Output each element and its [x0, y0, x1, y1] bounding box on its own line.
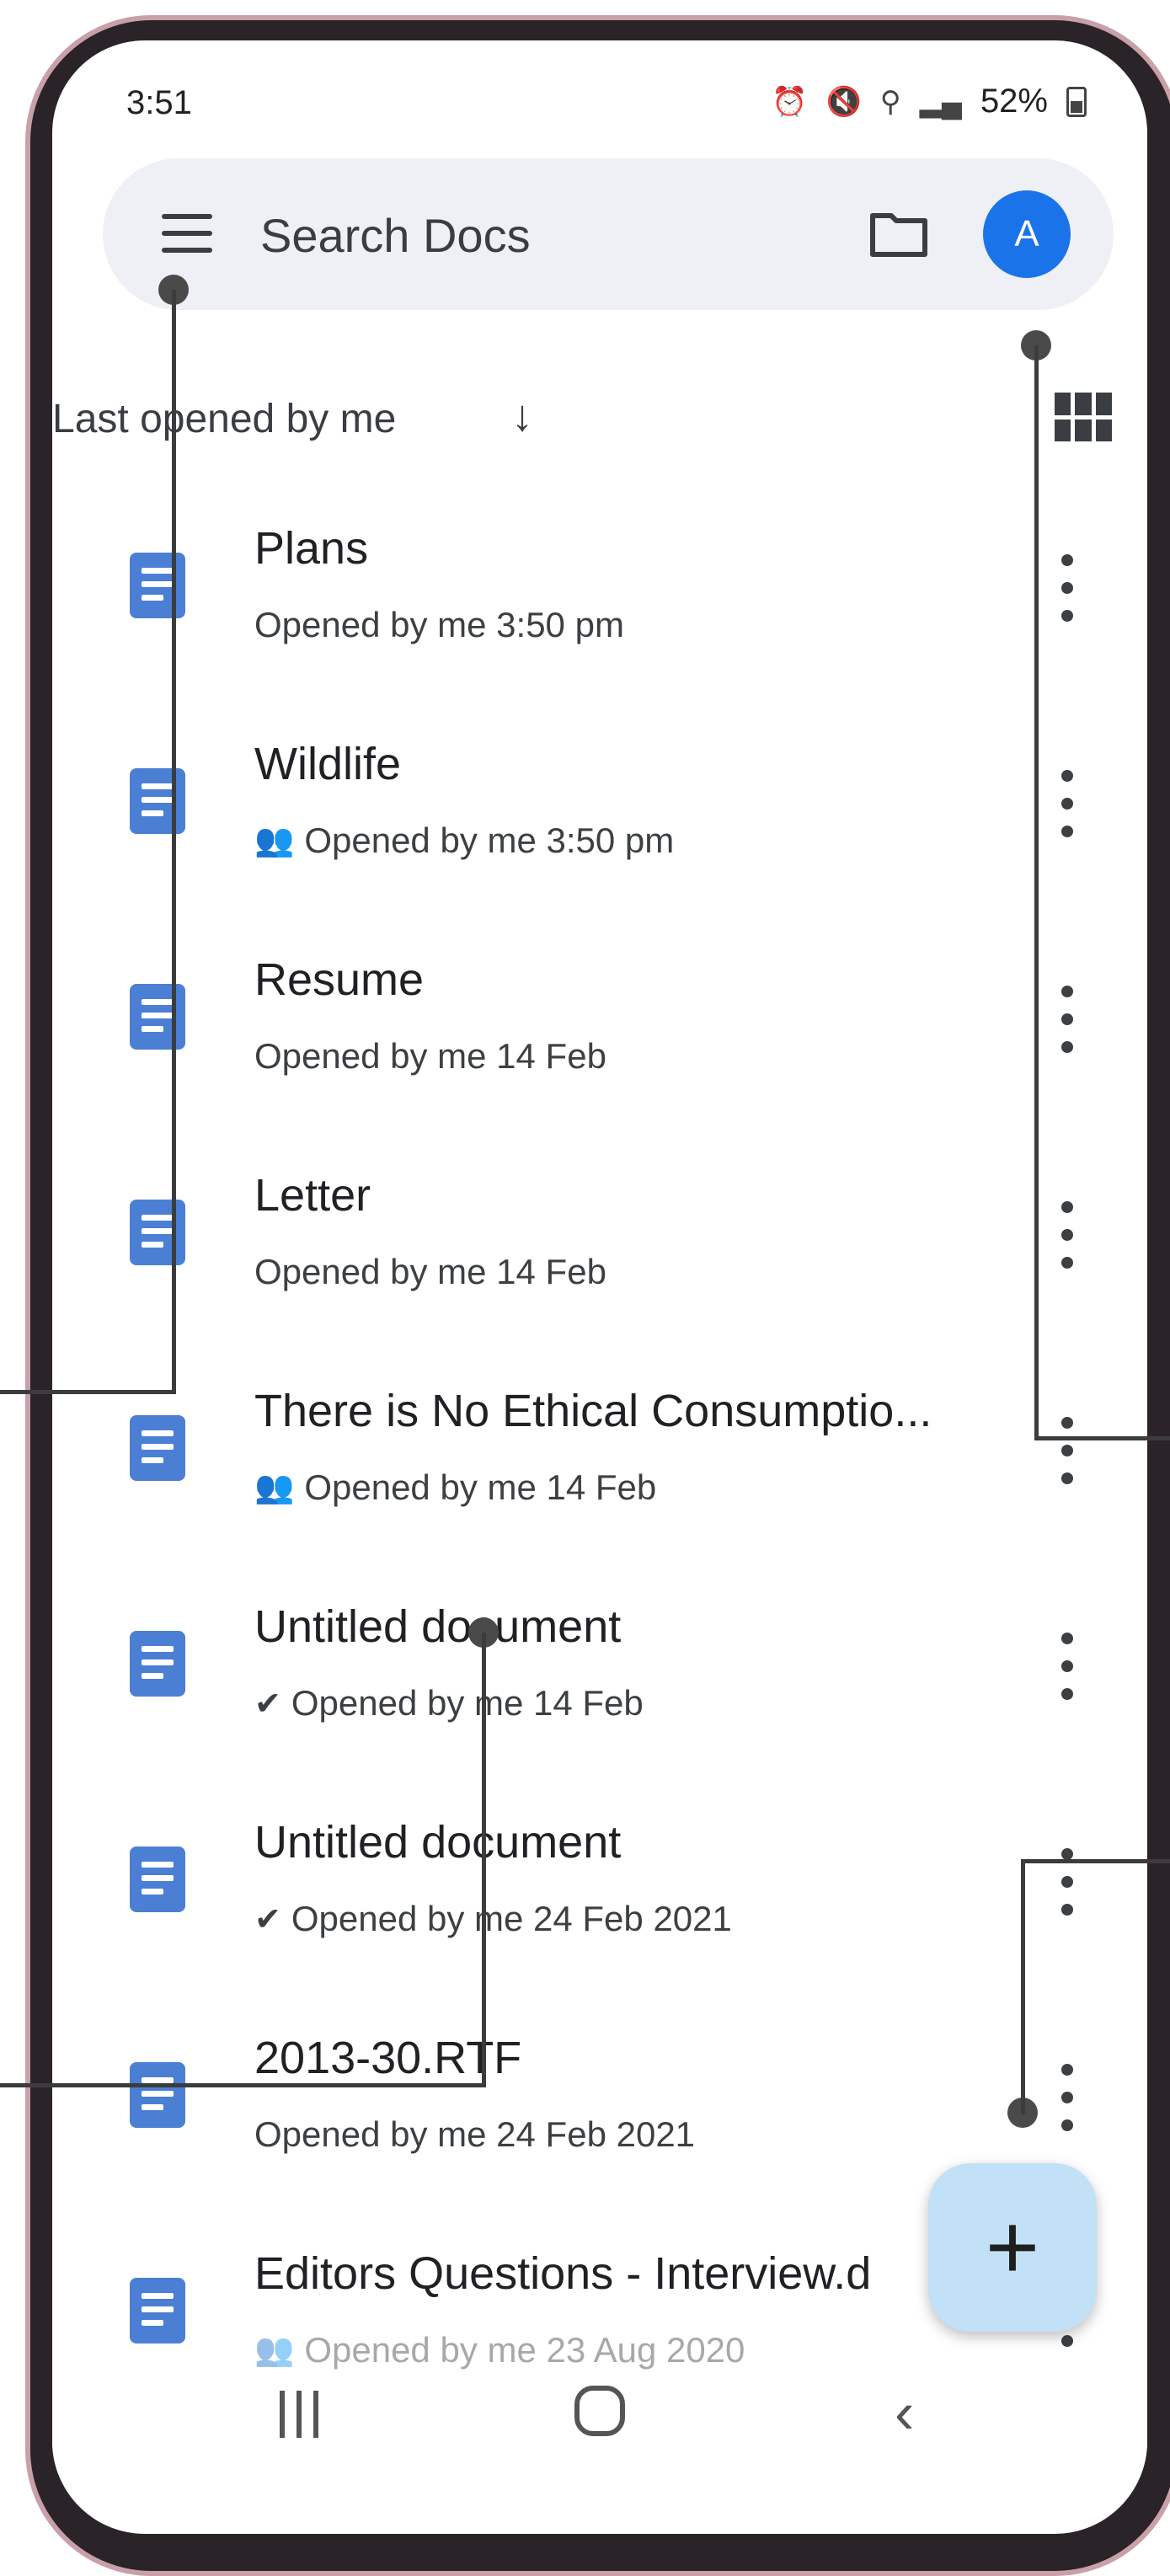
document-subtitle: 👥 Opened by me 14 Feb — [254, 1467, 656, 1508]
callout-line-account — [1034, 345, 1039, 1440]
sort-row: Last opened by me ↓ — [52, 377, 1147, 453]
list-item[interactable]: Plans Opened by me 3:50 pm — [52, 487, 1147, 703]
list-item[interactable]: Wildlife 👥 Opened by me 3:50 pm — [52, 703, 1147, 918]
list-item[interactable]: Letter Opened by me 14 Feb — [52, 1134, 1147, 1349]
document-title: Plans — [254, 523, 369, 574]
home-icon[interactable] — [574, 2386, 625, 2436]
document-subtitle: ✔ Opened by me 14 Feb — [254, 1683, 644, 1724]
callout-line-list — [482, 1633, 486, 2087]
document-opened-text: Opened by me 3:50 pm — [304, 820, 675, 860]
more-options-icon[interactable] — [1055, 546, 1080, 630]
grid-view-icon[interactable] — [1055, 393, 1112, 441]
callout-line-fab-h — [1021, 1859, 1170, 1863]
add-icon: + — [985, 2195, 1040, 2299]
callout-line-fab — [1021, 1862, 1025, 2114]
document-icon — [130, 1631, 185, 1697]
more-options-icon[interactable] — [1055, 1840, 1080, 1924]
more-options-icon[interactable] — [1055, 1408, 1080, 1493]
signal-icon: ▂▄ — [919, 85, 962, 118]
battery-percent: 52% — [980, 83, 1048, 120]
search-input[interactable] — [259, 192, 767, 278]
document-subtitle: 👥 Opened by me 3:50 pm — [254, 820, 674, 861]
callout-line-menu — [172, 290, 176, 1393]
list-item[interactable]: Untitled document ✔ Opened by me 24 Feb 2… — [52, 1781, 1147, 1996]
search-bar[interactable]: A — [103, 158, 1114, 310]
list-item[interactable]: Resume Opened by me 14 Feb — [52, 918, 1147, 1134]
back-icon[interactable]: ‹ — [895, 2379, 914, 2446]
document-icon — [130, 984, 185, 1050]
document-subtitle: Opened by me 14 Feb — [254, 1036, 606, 1077]
document-title: Letter — [254, 1170, 371, 1221]
document-opened-text: Opened by me 24 Feb 2021 — [291, 1899, 732, 1938]
document-subtitle: ✔ Opened by me 24 Feb 2021 — [254, 1899, 732, 1939]
callout-line-menu-h — [0, 1390, 176, 1394]
document-opened-text: Opened by me 14 Feb — [291, 1683, 644, 1723]
sort-direction-icon[interactable]: ↓ — [511, 391, 533, 441]
document-opened-text: Opened by me 14 Feb — [254, 1252, 606, 1291]
document-opened-text: Opened by me 24 Feb 2021 — [254, 2114, 696, 2154]
document-icon — [130, 1415, 185, 1481]
list-item[interactable]: There is No Ethical Consumptio... 👥 Opene… — [52, 1349, 1147, 1565]
shared-icon: 👥 — [254, 2333, 295, 2368]
document-opened-text: Opened by me 14 Feb — [304, 1467, 657, 1507]
more-options-icon[interactable] — [1055, 762, 1080, 846]
more-options-icon[interactable] — [1055, 1624, 1080, 1708]
document-icon — [130, 553, 185, 618]
account-avatar[interactable]: A — [983, 190, 1071, 278]
document-subtitle: Opened by me 24 Feb 2021 — [254, 2114, 695, 2155]
more-options-icon[interactable] — [1055, 2055, 1080, 2140]
mute-icon: 🔇 — [825, 85, 862, 118]
more-options-icon[interactable] — [1055, 977, 1080, 1061]
shared-icon: 👥 — [254, 1470, 295, 1505]
document-title: Wildlife — [254, 739, 402, 789]
sort-label[interactable]: Last opened by me — [52, 396, 396, 442]
callout-line-account-h — [1034, 1436, 1170, 1440]
list-item[interactable]: Untitled document ✔ Opened by me 14 Feb — [52, 1565, 1147, 1781]
document-subtitle: 👥 Opened by me 23 Aug 2020 — [254, 2330, 745, 2370]
document-icon — [130, 1200, 185, 1265]
document-icon — [130, 768, 185, 834]
app-screen: 3:51 ⏰ 🔇 ⚲ ▂▄ 52% A Last opened by me ↓ … — [52, 40, 1147, 2534]
document-opened-text: Opened by me 3:50 pm — [254, 605, 624, 644]
document-title: Resume — [254, 954, 425, 1005]
document-title: Editors Questions - Interview.d — [254, 2248, 872, 2299]
system-nav-bar: ‹ — [52, 2374, 1147, 2475]
callout-line-list-h — [0, 2083, 486, 2087]
document-opened-text: Opened by me 23 Aug 2020 — [304, 2330, 745, 2370]
new-document-button[interactable]: + — [928, 2163, 1097, 2332]
shared-icon: 👥 — [254, 823, 295, 858]
more-options-icon[interactable] — [1055, 1193, 1080, 1277]
recents-icon[interactable] — [280, 2391, 318, 2438]
offline-icon: ✔ — [254, 1686, 281, 1722]
document-title: Untitled document — [254, 1817, 622, 1868]
status-icons: ⏰ 🔇 ⚲ ▂▄ 52% — [772, 83, 1087, 120]
menu-icon[interactable] — [162, 214, 212, 253]
document-title: Untitled document — [254, 1601, 622, 1652]
folder-icon[interactable] — [869, 209, 928, 258]
document-title: There is No Ethical Consumptio... — [254, 1386, 932, 1436]
document-icon — [130, 2062, 185, 2128]
document-icon — [130, 2278, 185, 2344]
document-icon — [130, 1846, 185, 1912]
battery-icon — [1066, 86, 1087, 117]
document-subtitle: Opened by me 14 Feb — [254, 1252, 606, 1292]
status-time: 3:51 — [126, 84, 192, 121]
document-subtitle: Opened by me 3:50 pm — [254, 605, 624, 645]
alarm-icon: ⏰ — [772, 85, 808, 118]
document-opened-text: Opened by me 14 Feb — [254, 1036, 606, 1076]
offline-icon: ✔ — [254, 1901, 281, 1937]
location-icon: ⚲ — [879, 85, 901, 118]
